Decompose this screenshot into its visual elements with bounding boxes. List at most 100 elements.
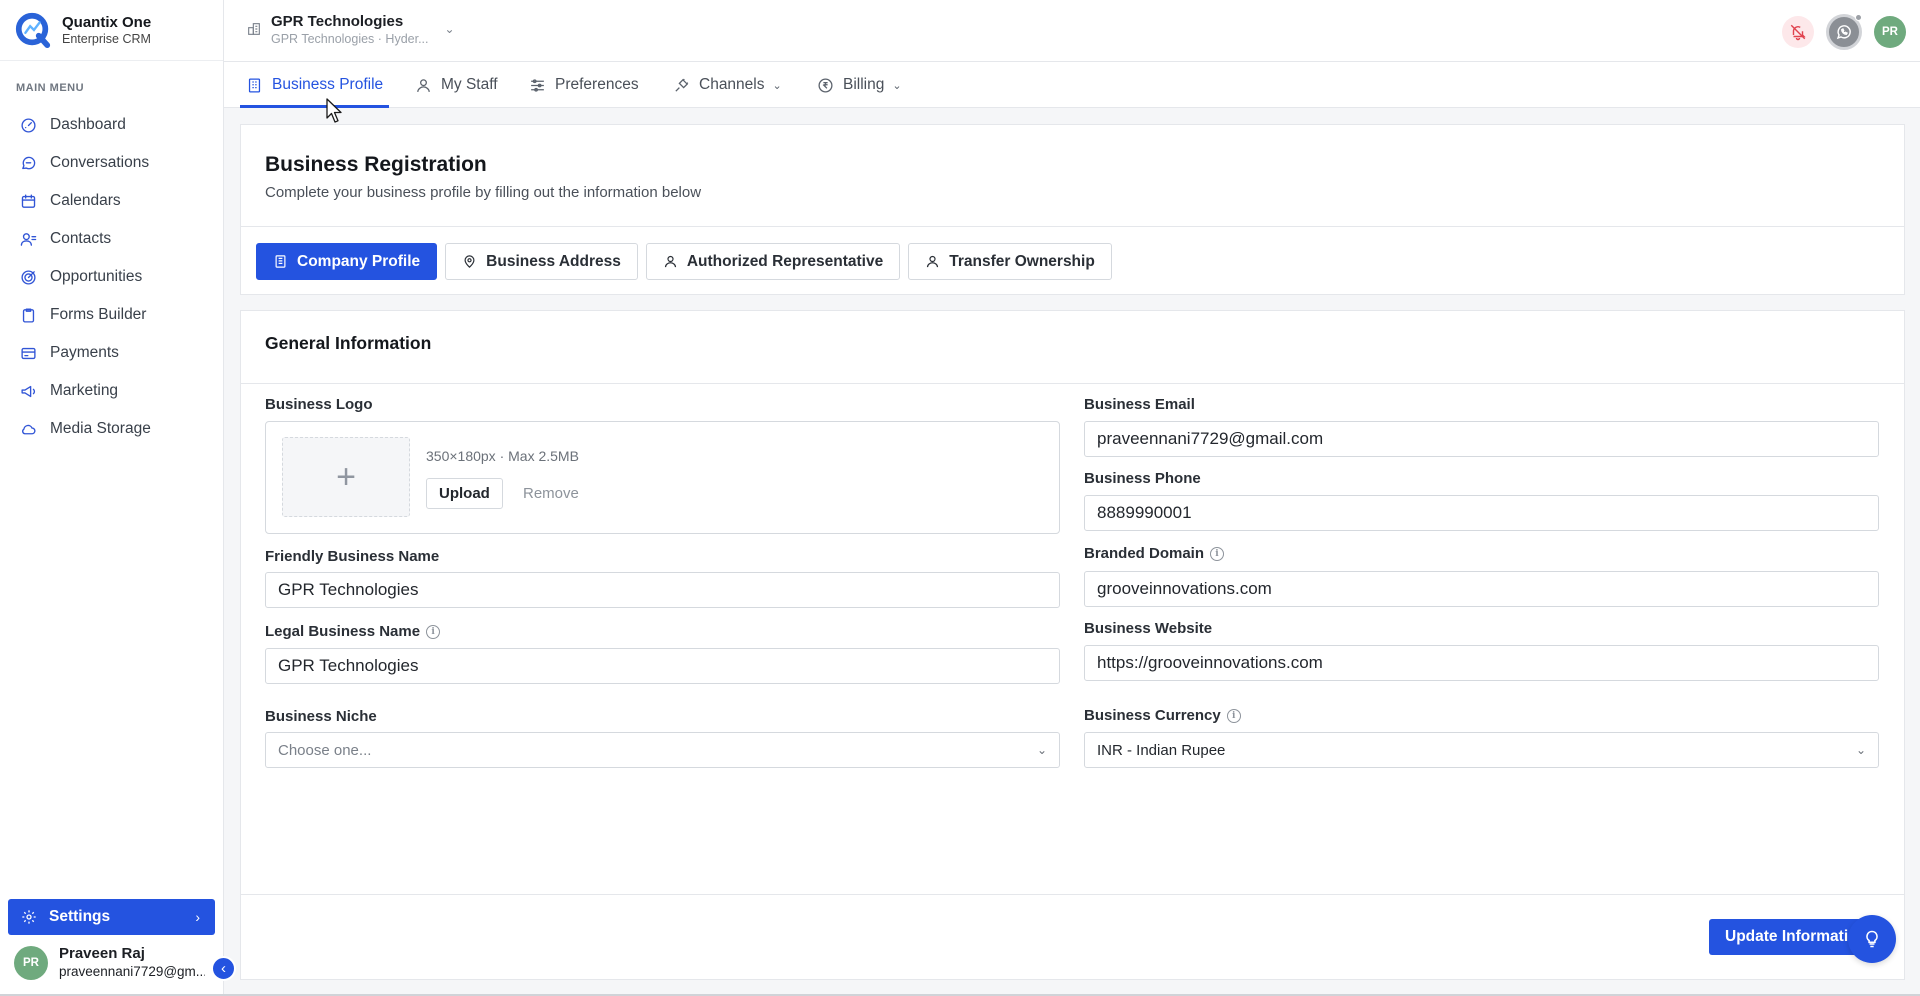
sidebar-item-marketing[interactable]: Marketing: [0, 372, 223, 410]
whatsapp-button[interactable]: [1826, 14, 1862, 50]
business-website-input[interactable]: https://grooveinnovations.com: [1084, 645, 1879, 681]
sidebar-item-contacts[interactable]: Contacts: [0, 220, 223, 258]
card-icon: [21, 347, 36, 359]
collapse-sidebar-button[interactable]: ‹: [211, 956, 236, 981]
business-phone-input[interactable]: 8889990001: [1084, 495, 1879, 531]
sidebar-item-label: Dashboard: [50, 116, 126, 133]
header-actions: PR: [1782, 14, 1906, 50]
user-profile[interactable]: PR Praveen Raj praveennani7729@gm...: [14, 945, 205, 981]
chevron-down-icon: ⌄: [1855, 743, 1866, 757]
org-location: GPR Technologies · Hyder...: [271, 32, 429, 46]
legal-name-input[interactable]: GPR Technologies: [265, 648, 1060, 684]
branded-domain-label: Branded Domain i: [1084, 545, 1225, 562]
tab-label: Channels: [699, 76, 765, 93]
user-icon: [417, 78, 430, 92]
tab-channels[interactable]: Channels ⌄: [673, 62, 782, 108]
plus-icon: +: [336, 457, 356, 496]
menu-section-label: MAIN MENU: [16, 82, 85, 94]
contacts-icon: [20, 232, 37, 246]
sidebar-item-payments[interactable]: Payments: [0, 334, 223, 372]
sidebar: Quantix One Enterprise CRM MAIN MENU Das…: [0, 0, 224, 996]
org-switcher[interactable]: GPR Technologies GPR Technologies · Hyde…: [246, 13, 455, 47]
tab-billing[interactable]: Billing ⌄: [817, 62, 902, 108]
chevron-right-icon: ›: [195, 909, 200, 925]
business-email-label: Business Email: [1084, 396, 1195, 413]
brand[interactable]: Quantix One Enterprise CRM: [0, 0, 223, 61]
subtab-label: Transfer Ownership: [949, 252, 1095, 270]
info-icon[interactable]: i: [1210, 546, 1225, 561]
remove-button[interactable]: Remove: [523, 485, 579, 502]
business-email-input[interactable]: praveennani7729@gmail.com: [1084, 421, 1879, 457]
page-subtitle: Complete your business profile by fillin…: [265, 184, 702, 201]
logo-size-hint: 350×180px · Max 2.5MB: [426, 448, 579, 464]
settings-button[interactable]: Settings ›: [8, 899, 215, 935]
upload-button[interactable]: Upload: [426, 478, 503, 509]
brand-subtitle: Enterprise CRM: [62, 31, 151, 46]
status-dot: [1855, 14, 1862, 21]
user-email: praveennani7729@gm...: [59, 964, 205, 979]
logo-upload-area: + 350×180px · Max 2.5MB Upload Remove: [265, 421, 1060, 534]
subtab-transfer-ownership[interactable]: Transfer Ownership: [908, 243, 1112, 280]
business-currency-select[interactable]: INR - Indian Rupee ⌄: [1084, 732, 1879, 768]
chevron-down-icon: ⌄: [892, 79, 902, 92]
sidebar-item-dashboard[interactable]: Dashboard: [0, 106, 223, 144]
chevron-down-icon: ⌄: [772, 79, 782, 92]
brand-logo-icon: [15, 12, 51, 49]
chevron-left-icon: ‹: [221, 960, 226, 977]
select-placeholder: Choose one...: [278, 741, 372, 759]
subtab-label: Company Profile: [297, 252, 421, 270]
sliders-icon: [531, 78, 544, 92]
business-registration-card: Business Registration Complete your busi…: [240, 124, 1905, 295]
logo-dropzone[interactable]: +: [282, 437, 410, 517]
settings-tabs: Business Profile My Staff Preferences Ch…: [224, 62, 1920, 108]
subtab-business-address[interactable]: Business Address: [445, 243, 638, 280]
friendly-name-label: Friendly Business Name: [265, 548, 440, 565]
sidebar-item-conversations[interactable]: Conversations: [0, 144, 223, 182]
header-avatar[interactable]: PR: [1874, 16, 1906, 48]
gauge-icon: [21, 117, 36, 133]
user-name: Praveen Raj: [59, 945, 145, 962]
gear-icon: [22, 910, 36, 924]
building-icon: [275, 255, 286, 268]
user-icon: [664, 255, 676, 268]
tab-my-staff[interactable]: My Staff: [415, 62, 498, 108]
top-header: GPR Technologies GPR Technologies · Hyde…: [224, 0, 1920, 62]
brand-name: Quantix One: [62, 13, 152, 31]
tab-business-profile[interactable]: Business Profile: [239, 62, 390, 108]
main-menu: Dashboard Conversations Calendars Contac…: [0, 106, 223, 448]
registration-subtabs: Company Profile Business Address Authori…: [256, 243, 1112, 280]
sidebar-item-label: Forms Builder: [50, 306, 147, 323]
sidebar-item-forms-builder[interactable]: Forms Builder: [0, 296, 223, 334]
map-pin-icon: [464, 255, 475, 268]
business-phone-label: Business Phone: [1084, 470, 1201, 487]
friendly-name-input[interactable]: GPR Technologies: [265, 572, 1060, 608]
chevron-down-icon: ⌄: [1036, 743, 1047, 757]
business-currency-label: Business Currency i: [1084, 707, 1241, 724]
building-icon: [248, 77, 261, 93]
info-icon[interactable]: i: [1226, 708, 1241, 723]
mouse-cursor-icon: [326, 98, 342, 123]
cloud-icon: [22, 424, 36, 434]
org-name: GPR Technologies: [271, 13, 404, 30]
clipboard-icon: [22, 307, 35, 323]
tab-label: Billing: [843, 76, 885, 93]
sidebar-item-label: Opportunities: [50, 268, 143, 285]
business-currency-label-text: Business Currency: [1084, 707, 1221, 724]
plug-icon: [675, 78, 689, 92]
sidebar-item-media-storage[interactable]: Media Storage: [0, 410, 223, 448]
subtab-company-profile[interactable]: Company Profile: [256, 243, 438, 280]
sidebar-item-label: Media Storage: [50, 420, 151, 437]
avatar: PR: [14, 946, 48, 980]
info-icon[interactable]: i: [426, 624, 441, 639]
sidebar-item-calendars[interactable]: Calendars: [0, 182, 223, 220]
tab-preferences[interactable]: Preferences: [529, 62, 639, 108]
subtab-authorized-representative[interactable]: Authorized Representative: [645, 243, 901, 280]
legal-name-label: Legal Business Name i: [265, 623, 441, 640]
whatsapp-icon: [1836, 25, 1851, 40]
business-niche-select[interactable]: Choose one... ⌄: [265, 732, 1060, 768]
notifications-muted-button[interactable]: [1782, 16, 1814, 48]
tab-label: Preferences: [555, 76, 639, 93]
sidebar-item-opportunities[interactable]: Opportunities: [0, 258, 223, 296]
help-button[interactable]: [1848, 915, 1896, 963]
branded-domain-input[interactable]: grooveinnovations.com: [1084, 571, 1879, 607]
